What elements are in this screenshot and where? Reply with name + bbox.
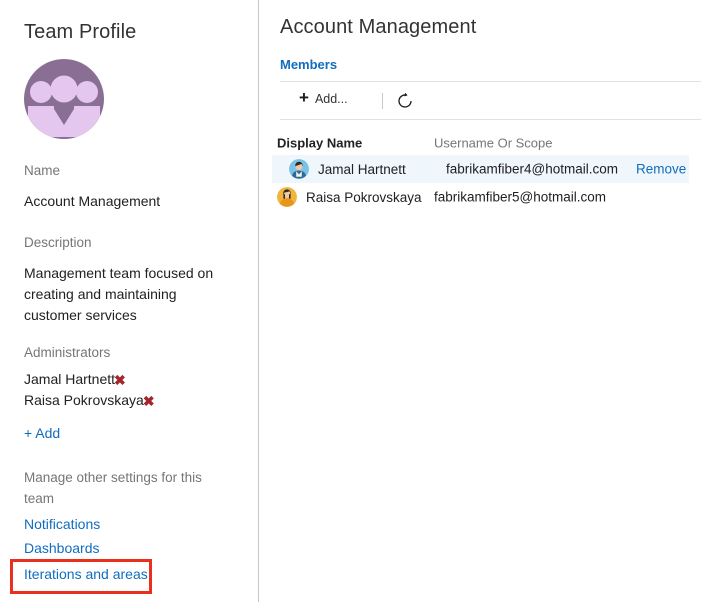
column-header-username-or-scope: Username Or Scope — [434, 135, 553, 151]
administrator-name: Raisa Pokrovskaya — [24, 392, 144, 408]
remove-x-icon[interactable]: ✖ — [143, 391, 155, 412]
team-profile-sidebar: Team Profile Name Account Management Des… — [0, 0, 259, 602]
table-header-row: Display Name Username Or Scope — [260, 131, 701, 155]
add-member-label: Add... — [314, 92, 348, 106]
remove-x-icon[interactable]: ✖ — [114, 370, 126, 391]
tab-members[interactable]: Members — [280, 57, 337, 72]
name-value: Account Management — [24, 193, 161, 209]
manage-settings-note: Manage other settings for this team — [24, 470, 202, 506]
sidebar-link-dashboards[interactable]: Dashboards — [24, 540, 100, 556]
sidebar-title: Team Profile — [24, 21, 137, 43]
member-username: fabrikamfiber5@hotmail.com — [434, 189, 607, 205]
members-toolbar: + Add... — [280, 81, 701, 120]
member-name-cell: Jamal Hartnett — [289, 159, 406, 179]
description-label: Description — [24, 235, 92, 250]
page-title: Account Management — [280, 16, 477, 38]
member-display-name: Jamal Hartnett — [318, 161, 406, 177]
table-row[interactable]: Jamal Hartnett fabrikamfiber4@hotmail.co… — [272, 155, 689, 183]
administrators-label: Administrators — [24, 345, 111, 360]
account-management-panel: Account Management Members + Add... Disp… — [260, 0, 701, 602]
remove-member-link[interactable]: Remove — [636, 162, 686, 177]
team-group-avatar-icon — [24, 59, 104, 139]
member-name-cell: Raisa Pokrovskaya — [277, 187, 422, 207]
description-value: Management team focused on creating and … — [24, 265, 214, 323]
column-header-display-name: Display Name — [277, 135, 363, 151]
administrator-item: Raisa Pokrovskaya✖ — [24, 390, 239, 411]
administrator-name: Jamal Hartnett — [24, 371, 116, 387]
refresh-icon[interactable] — [395, 91, 415, 111]
plus-icon: + — [299, 88, 309, 107]
add-administrator-link[interactable]: + Add — [24, 425, 60, 441]
sidebar-link-iterations-and-areas[interactable]: Iterations and areas — [24, 566, 148, 582]
person-avatar-orange-icon — [277, 187, 297, 207]
toolbar-divider — [382, 93, 383, 109]
add-member-button[interactable]: + Add... — [299, 88, 348, 107]
person-avatar-blue-icon — [289, 159, 309, 179]
member-display-name: Raisa Pokrovskaya — [306, 189, 422, 205]
administrators-list: Jamal Hartnett✖ Raisa Pokrovskaya✖ — [24, 369, 239, 411]
sidebar-link-notifications[interactable]: Notifications — [24, 516, 100, 532]
administrator-item: Jamal Hartnett✖ — [24, 369, 239, 390]
table-row[interactable]: Raisa Pokrovskaya fabrikamfiber5@hotmail… — [260, 183, 701, 211]
name-label: Name — [24, 163, 61, 178]
member-username: fabrikamfiber4@hotmail.com — [446, 161, 619, 177]
members-table: Display Name Username Or Scope Jamal Har… — [260, 131, 701, 211]
